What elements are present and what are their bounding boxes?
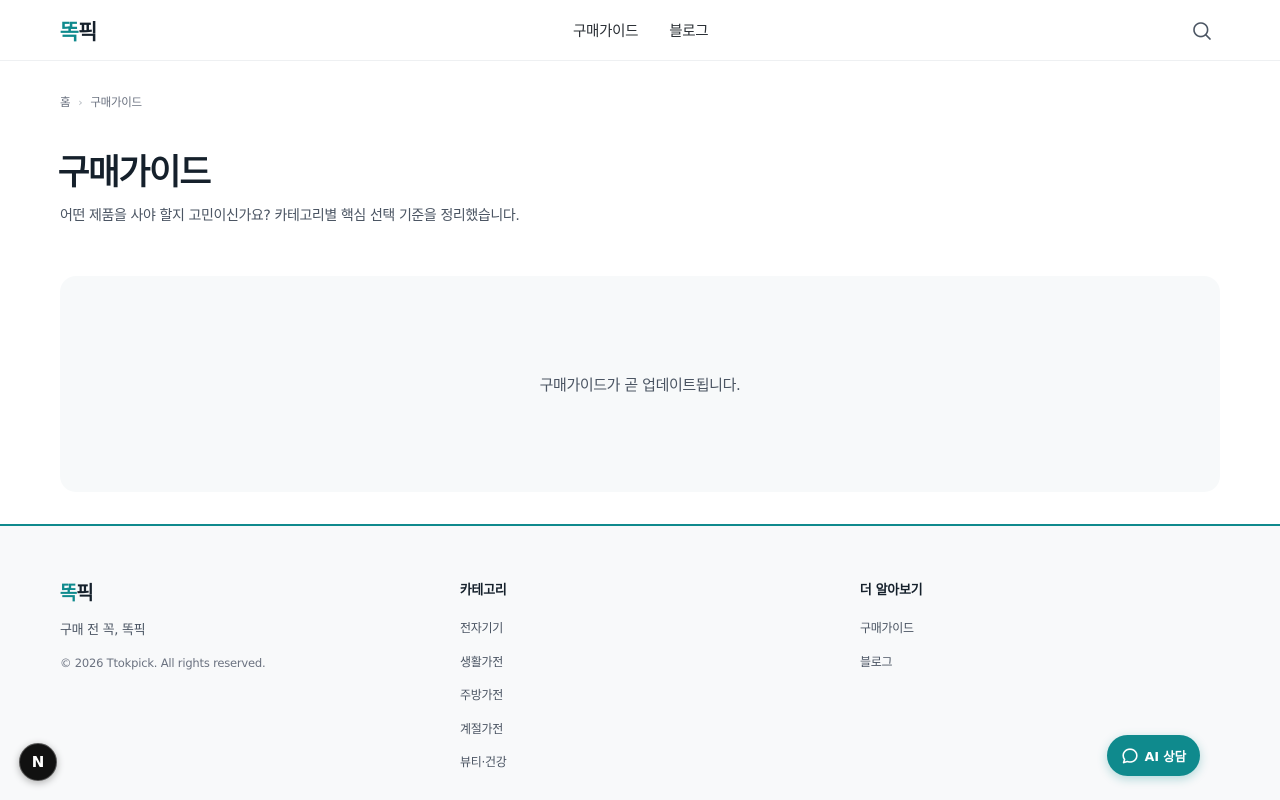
- footer-logo-text: 픽: [76, 582, 94, 604]
- dev-tools-badge[interactable]: N: [19, 743, 57, 781]
- footer-link-home-appliances[interactable]: 생활가전: [460, 655, 503, 669]
- footer-link-kitchen-appliances[interactable]: 주방가전: [460, 688, 503, 702]
- footer-logo-mark: 똑: [60, 582, 78, 604]
- search-icon: [1193, 22, 1211, 40]
- n-logo-icon: N: [31, 753, 45, 771]
- breadcrumb: 홈 › 구매가이드: [60, 94, 142, 110]
- site-header: 똑픽 구매가이드 블로그: [0, 0, 1280, 61]
- breadcrumb-home[interactable]: 홈: [60, 94, 71, 110]
- footer-link-beauty-health[interactable]: 뷰티·건강: [460, 755, 507, 769]
- site-footer: 똑픽 구매 전 꼭, 똑픽 © 2026 Ttokpick. All right…: [0, 524, 1280, 800]
- main-nav: 구매가이드 블로그: [573, 20, 709, 41]
- logo-mark: 똑: [60, 20, 79, 44]
- site-logo[interactable]: 똑픽: [60, 16, 98, 46]
- footer-logo[interactable]: 똑픽: [60, 578, 94, 605]
- chat-bubble-icon: [1122, 747, 1138, 763]
- search-button[interactable]: [1190, 19, 1214, 43]
- logo-text: 픽: [78, 20, 97, 44]
- page-title: 구매가이드: [58, 153, 212, 193]
- footer-copyright: © 2026 Ttokpick. All rights reserved.: [60, 656, 266, 670]
- footer-categories-heading: 카테고리: [460, 583, 507, 598]
- footer-link-electronics[interactable]: 전자기기: [460, 621, 503, 635]
- ai-chat-button[interactable]: AI 상담: [1107, 735, 1200, 776]
- page-description: 어떤 제품을 사야 할지 고민이신가요? 카테고리별 핵심 선택 기준을 정리했…: [60, 208, 520, 224]
- footer-more: 더 알아보기 구매가이드 블로그: [860, 579, 923, 684]
- footer-categories: 카테고리 전자기기 생활가전 주방가전 계절가전 뷰티·건강: [460, 579, 507, 785]
- empty-state-panel: 구매가이드가 곧 업데이트됩니다.: [60, 276, 1220, 492]
- footer-tagline: 구매 전 꼭, 똑픽: [60, 623, 146, 638]
- nav-item-blog[interactable]: 블로그: [669, 20, 708, 41]
- breadcrumb-current: 구매가이드: [90, 95, 142, 109]
- footer-link-seasonal-appliances[interactable]: 계절가전: [460, 722, 503, 736]
- footer-more-heading: 더 알아보기: [860, 583, 923, 598]
- nav-item-buying-guide[interactable]: 구매가이드: [573, 20, 639, 41]
- empty-state-message: 구매가이드가 곧 업데이트됩니다.: [539, 375, 741, 394]
- footer-link-blog[interactable]: 블로그: [860, 655, 893, 669]
- ai-chat-label: AI 상담: [1144, 749, 1187, 764]
- chevron-right-icon: ›: [78, 95, 83, 109]
- footer-link-buying-guide[interactable]: 구매가이드: [860, 621, 914, 635]
